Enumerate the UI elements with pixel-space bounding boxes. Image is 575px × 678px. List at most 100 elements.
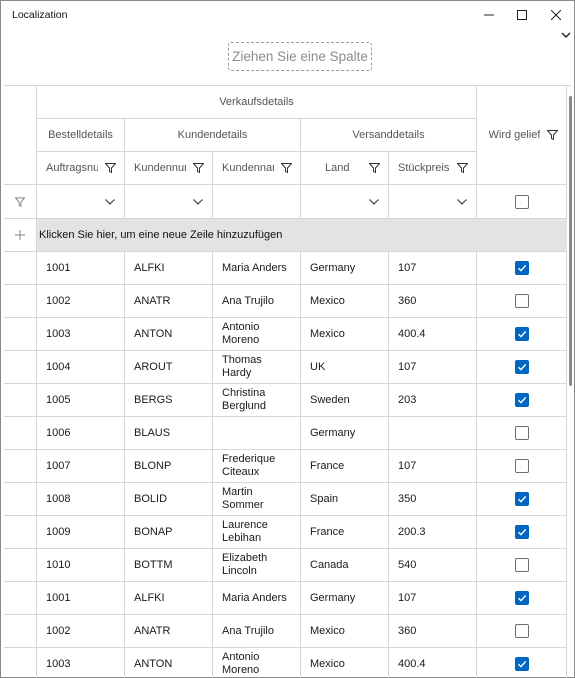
cell-customer-id[interactable]: ALFKI: [125, 582, 213, 615]
cell-delivered[interactable]: [477, 351, 567, 384]
cell-unit-price[interactable]: 360: [389, 285, 477, 318]
row-indicator[interactable]: [4, 318, 37, 351]
group-drop-placeholder[interactable]: Ziehen Sie eine Spalte: [228, 42, 372, 71]
column-header-unit-price[interactable]: Stückpreis: [389, 152, 477, 185]
filter-input-customer-name[interactable]: [213, 185, 301, 219]
filter-dropdown-country[interactable]: [301, 185, 389, 219]
cell-customer-name[interactable]: Maria Anders: [213, 252, 301, 285]
filter-checkbox-delivered[interactable]: [477, 185, 567, 219]
checkbox[interactable]: [514, 426, 529, 440]
chevron-down-icon[interactable]: [369, 198, 379, 205]
cell-customer-id[interactable]: BOLID: [125, 483, 213, 516]
cell-delivered[interactable]: [477, 582, 567, 615]
checkbox-checked[interactable]: [514, 657, 529, 671]
cell-customer-name[interactable]: Maria Anders: [213, 582, 301, 615]
cell-unit-price[interactable]: 400.4: [389, 318, 477, 351]
row-indicator[interactable]: [4, 384, 37, 417]
cell-unit-price[interactable]: 107: [389, 582, 477, 615]
cell-customer-id[interactable]: BONAP: [125, 516, 213, 549]
cell-unit-price[interactable]: 107: [389, 450, 477, 483]
cell-country[interactable]: Sweden: [301, 384, 389, 417]
cell-country[interactable]: Germany: [301, 417, 389, 450]
cell-order-id[interactable]: 1007: [37, 450, 125, 483]
cell-delivered[interactable]: [477, 417, 567, 450]
cell-delivered[interactable]: [477, 615, 567, 648]
cell-customer-id[interactable]: BLONP: [125, 450, 213, 483]
row-indicator[interactable]: [4, 285, 37, 318]
cell-customer-id[interactable]: BOTTM: [125, 549, 213, 582]
cell-country[interactable]: UK: [301, 351, 389, 384]
filter-icon[interactable]: [369, 163, 380, 173]
cell-country[interactable]: Canada: [301, 549, 389, 582]
checkbox[interactable]: [514, 194, 529, 209]
checkbox-checked[interactable]: [514, 492, 529, 506]
close-button[interactable]: [539, 1, 573, 29]
column-header-customer-name[interactable]: Kundennar: [213, 152, 301, 185]
checkbox[interactable]: [514, 558, 529, 572]
filter-icon[interactable]: [457, 163, 468, 173]
filter-dropdown-customer-id[interactable]: [125, 185, 213, 219]
cell-unit-price[interactable]: 107: [389, 351, 477, 384]
column-header-delivered[interactable]: Wird gelief: [477, 86, 567, 185]
cell-delivered[interactable]: [477, 384, 567, 417]
cell-customer-id[interactable]: AROUT: [125, 351, 213, 384]
cell-country[interactable]: Mexico: [301, 615, 389, 648]
checkbox-checked[interactable]: [514, 261, 529, 275]
cell-customer-name[interactable]: Ana Trujilo: [213, 285, 301, 318]
filter-icon[interactable]: [193, 163, 204, 173]
row-indicator[interactable]: [4, 450, 37, 483]
vertical-scrollbar[interactable]: [567, 86, 574, 678]
row-indicator[interactable]: [4, 648, 37, 678]
chevron-down-icon[interactable]: [457, 198, 467, 205]
cell-customer-name[interactable]: Laurence Lebihan: [213, 516, 301, 549]
row-indicator[interactable]: [4, 252, 37, 285]
cell-delivered[interactable]: [477, 549, 567, 582]
cell-delivered[interactable]: [477, 648, 567, 678]
cell-delivered[interactable]: [477, 483, 567, 516]
cell-unit-price[interactable]: [389, 417, 477, 450]
cell-unit-price[interactable]: 540: [389, 549, 477, 582]
row-indicator[interactable]: [4, 351, 37, 384]
row-indicator[interactable]: [4, 516, 37, 549]
cell-country[interactable]: Germany: [301, 252, 389, 285]
cell-unit-price[interactable]: 107: [389, 252, 477, 285]
row-indicator[interactable]: [4, 549, 37, 582]
column-header-country[interactable]: Land: [301, 152, 389, 185]
column-header-customer-id[interactable]: Kundennur: [125, 152, 213, 185]
cell-customer-id[interactable]: BLAUS: [125, 417, 213, 450]
cell-country[interactable]: France: [301, 516, 389, 549]
cell-order-id[interactable]: 1006: [37, 417, 125, 450]
cell-customer-id[interactable]: ANATR: [125, 285, 213, 318]
row-indicator[interactable]: [4, 615, 37, 648]
cell-order-id[interactable]: 1003: [37, 648, 125, 678]
checkbox-checked[interactable]: [514, 591, 529, 605]
cell-unit-price[interactable]: 400.4: [389, 648, 477, 678]
minimize-button[interactable]: [472, 1, 506, 29]
chevron-down-icon[interactable]: [193, 198, 203, 205]
cell-customer-name[interactable]: Christina Berglund: [213, 384, 301, 417]
cell-delivered[interactable]: [477, 285, 567, 318]
checkbox-checked[interactable]: [514, 360, 529, 374]
cell-customer-id[interactable]: ANATR: [125, 615, 213, 648]
add-row-indicator[interactable]: [4, 219, 37, 252]
cell-order-id[interactable]: 1002: [37, 615, 125, 648]
filter-icon[interactable]: [281, 163, 292, 173]
cell-unit-price[interactable]: 360: [389, 615, 477, 648]
cell-delivered[interactable]: [477, 516, 567, 549]
add-new-row[interactable]: Klicken Sie hier, um eine neue Zeile hin…: [37, 219, 567, 252]
cell-customer-id[interactable]: BERGS: [125, 384, 213, 417]
row-indicator[interactable]: [4, 582, 37, 615]
checkbox-checked[interactable]: [514, 393, 529, 407]
scrollbar-thumb[interactable]: [569, 96, 572, 386]
cell-unit-price[interactable]: 200.3: [389, 516, 477, 549]
cell-unit-price[interactable]: 203: [389, 384, 477, 417]
cell-order-id[interactable]: 1001: [37, 252, 125, 285]
cell-order-id[interactable]: 1004: [37, 351, 125, 384]
checkbox-checked[interactable]: [514, 327, 529, 341]
filter-icon[interactable]: [547, 130, 558, 140]
filter-dropdown-order-id[interactable]: [37, 185, 125, 219]
maximize-button[interactable]: [505, 1, 539, 29]
checkbox[interactable]: [514, 294, 529, 308]
cell-delivered[interactable]: [477, 450, 567, 483]
cell-delivered[interactable]: [477, 252, 567, 285]
